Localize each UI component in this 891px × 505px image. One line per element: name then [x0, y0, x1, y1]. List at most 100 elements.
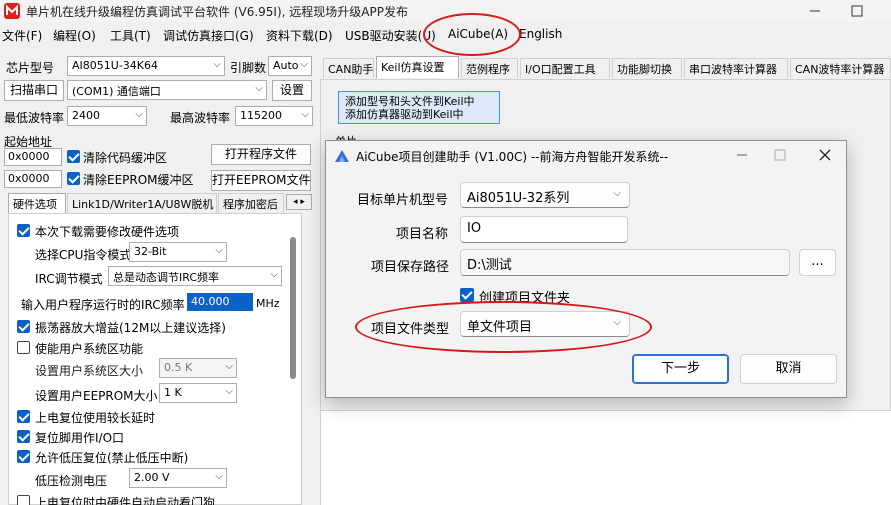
tab-offline-writer[interactable]: Link1D/Writer1A/U8W脱机 — [67, 193, 217, 213]
cpu-mode-label: 选择CPU指令模式 — [35, 248, 132, 262]
app-logo-icon — [4, 3, 20, 19]
tab-encryption[interactable]: 程序加密后 — [218, 193, 284, 213]
user-sys-size-select[interactable]: 0.5 K ⌵ — [159, 358, 237, 378]
aicube-project-dialog: AiCube项目创建助手 (V1.00C) --前海方舟智能开发系统-- 目标单… — [325, 140, 847, 398]
user-eeprom-select[interactable]: 1 K ⌵ — [159, 383, 237, 403]
window-title: 单片机在线升级编程仿真调试平台软件 (V6.95I), 远程现场升级APP发布 — [26, 5, 408, 19]
menu-english[interactable]: English — [519, 27, 562, 41]
tab-keil-settings[interactable]: Keil仿真设置 — [376, 56, 459, 78]
pin-label: 引脚数 — [230, 61, 267, 75]
cpu-mode-select[interactable]: 32-Bit ⌵ — [129, 242, 227, 262]
project-name-input[interactable]: IO — [460, 216, 628, 243]
modify-hw-label: 本次下载需要修改硬件选项 — [35, 225, 180, 239]
chevron-down-icon: ⌵ — [300, 59, 308, 70]
reset-pin-io-checkbox[interactable] — [17, 430, 30, 443]
tab-uart-baud[interactable]: 串口波特率计算器 — [684, 58, 788, 78]
chevron-down-icon: ⌵ — [225, 386, 233, 397]
open-eeprom-button[interactable]: 打开EEPROM文件 — [211, 170, 311, 191]
modify-hw-checkbox[interactable] — [17, 224, 30, 237]
tab-io-config[interactable]: I/O口配置工具 — [520, 58, 610, 78]
min-baud-label: 最低波特率 — [4, 111, 65, 125]
chevron-down-icon: ⌵ — [135, 109, 143, 120]
low-voltage-reset-checkbox[interactable] — [17, 450, 30, 463]
hw-watchdog-checkbox[interactable] — [17, 495, 30, 505]
pin-select[interactable]: Auto ⌵ — [268, 56, 312, 76]
min-baud-select[interactable]: 2400 ⌵ — [67, 106, 147, 126]
add-to-keil-button[interactable]: 添加型号和头文件到Keil中 添加仿真器驱动到Keil中 — [338, 91, 500, 124]
low-voltage-reset-label: 允许低压复位(禁止低压中断) — [35, 451, 189, 465]
aicube-logo-icon — [335, 150, 349, 162]
menu-tools[interactable]: 工具(T) — [110, 27, 151, 44]
options-scrollbar-thumb[interactable] — [290, 237, 296, 379]
menu-aicube[interactable]: AiCube(A) — [448, 27, 508, 41]
minimize-icon[interactable] — [736, 149, 748, 161]
create-folder-label: 创建项目文件夹 — [479, 291, 571, 306]
clear-code-checkbox[interactable] — [67, 150, 80, 163]
scan-port-button[interactable]: 扫描串口 — [4, 80, 64, 101]
tab-pin-switch[interactable]: 功能脚切换 — [612, 58, 682, 78]
project-name-label: 项目名称 — [396, 227, 449, 242]
osc-gain-checkbox[interactable] — [17, 320, 30, 333]
menu-program[interactable]: 编程(O) — [53, 27, 96, 44]
hw-watchdog-label: 上电复位时由硬件自动启动看门狗 — [35, 496, 216, 505]
tab-examples[interactable]: 范例程序 — [461, 58, 518, 78]
tab-can-baud[interactable]: CAN波特率计算器 — [790, 58, 891, 78]
low-voltage-select[interactable]: 2.00 V ⌵ — [129, 468, 227, 488]
tab-hardware-options[interactable]: 硬件选项 — [8, 193, 66, 213]
irc-freq-input[interactable]: 40.000 — [187, 293, 253, 311]
save-path-label: 项目保存路径 — [371, 260, 450, 275]
code-address-input[interactable]: 0x0000 — [4, 148, 62, 166]
chip-label: 芯片型号 — [6, 61, 55, 75]
file-type-label: 项目文件类型 — [371, 322, 450, 337]
target-mcu-select[interactable]: Ai8051U-32系列 ⌵ — [460, 182, 630, 208]
clear-eeprom-checkbox[interactable] — [67, 172, 80, 185]
maximize-icon[interactable] — [850, 4, 864, 18]
max-baud-select[interactable]: 115200 ⌵ — [235, 106, 313, 126]
file-type-select[interactable]: 单文件项目 ⌵ — [460, 311, 630, 337]
irc-freq-label: 输入用户程序运行时的IRC频率 — [21, 298, 185, 312]
power-reset-delay-label: 上电复位使用较长延时 — [35, 411, 156, 425]
chevron-down-icon: ⌵ — [613, 317, 621, 328]
open-program-button[interactable]: 打开程序文件 — [211, 144, 311, 165]
maximize-icon[interactable] — [774, 149, 786, 161]
low-voltage-label: 低压检测电压 — [35, 474, 108, 488]
chevron-down-icon: ⌵ — [215, 245, 223, 256]
close-icon[interactable] — [818, 148, 832, 162]
output-area — [321, 410, 891, 505]
next-button[interactable]: 下一步 — [632, 354, 729, 384]
save-path-input[interactable]: D:\测试 — [460, 249, 790, 276]
user-eeprom-label: 设置用户EEPROM大小 — [35, 389, 158, 403]
cancel-button[interactable]: 取消 — [740, 354, 837, 384]
dialog-title: AiCube项目创建助手 (V1.00C) --前海方舟智能开发系统-- — [356, 150, 669, 164]
menu-file[interactable]: 文件(F) — [2, 27, 42, 44]
menu-debug[interactable]: 调试仿真接口(G) — [163, 27, 254, 44]
user-sys-area-checkbox[interactable] — [17, 341, 30, 354]
power-reset-delay-checkbox[interactable] — [17, 410, 30, 423]
irc-mode-select[interactable]: 总是动态调节IRC频率 ⌵ — [108, 266, 282, 286]
settings-button[interactable]: 设置 — [272, 80, 312, 101]
chevron-down-icon: ⌵ — [255, 83, 263, 94]
tab-can-helper[interactable]: CAN助手 — [323, 58, 374, 78]
clear-eeprom-label: 清除EEPROM缓冲区 — [83, 173, 194, 187]
create-folder-checkbox[interactable] — [460, 288, 474, 302]
chevron-down-icon: ⌵ — [213, 59, 221, 70]
browse-button[interactable]: ... — [799, 249, 836, 276]
chevron-down-icon: ⌵ — [225, 361, 233, 372]
tab-scroll-arrows-icon[interactable]: ◂ ▸ — [286, 194, 312, 210]
irc-mode-label: IRC调节模式 — [35, 272, 103, 286]
chip-select[interactable]: AI8051U-34K64 ⌵ — [67, 56, 225, 76]
port-select[interactable]: (COM1) 通信端口 ⌵ — [67, 80, 267, 100]
osc-gain-label: 振荡器放大增益(12M以上建议选择) — [35, 321, 226, 335]
chevron-down-icon: ⌵ — [301, 109, 309, 120]
eeprom-address-input[interactable]: 0x0000 — [4, 170, 62, 188]
user-sys-size-label: 设置用户系统区大小 — [35, 364, 144, 378]
minimize-icon[interactable] — [808, 4, 822, 18]
irc-freq-unit: MHz — [256, 297, 280, 310]
menu-download[interactable]: 资料下载(D) — [266, 27, 333, 44]
reset-pin-io-label: 复位脚用作I/O口 — [35, 431, 125, 445]
menu-usb-driver[interactable]: USB驱动安装(U) — [345, 27, 436, 44]
chevron-down-icon: ⌵ — [613, 188, 621, 199]
max-baud-label: 最高波特率 — [170, 111, 231, 125]
clear-code-label: 清除代码缓冲区 — [83, 151, 168, 165]
menu-bar: 文件(F) 编程(O) 工具(T) 调试仿真接口(G) 资料下载(D) USB驱… — [0, 24, 891, 46]
